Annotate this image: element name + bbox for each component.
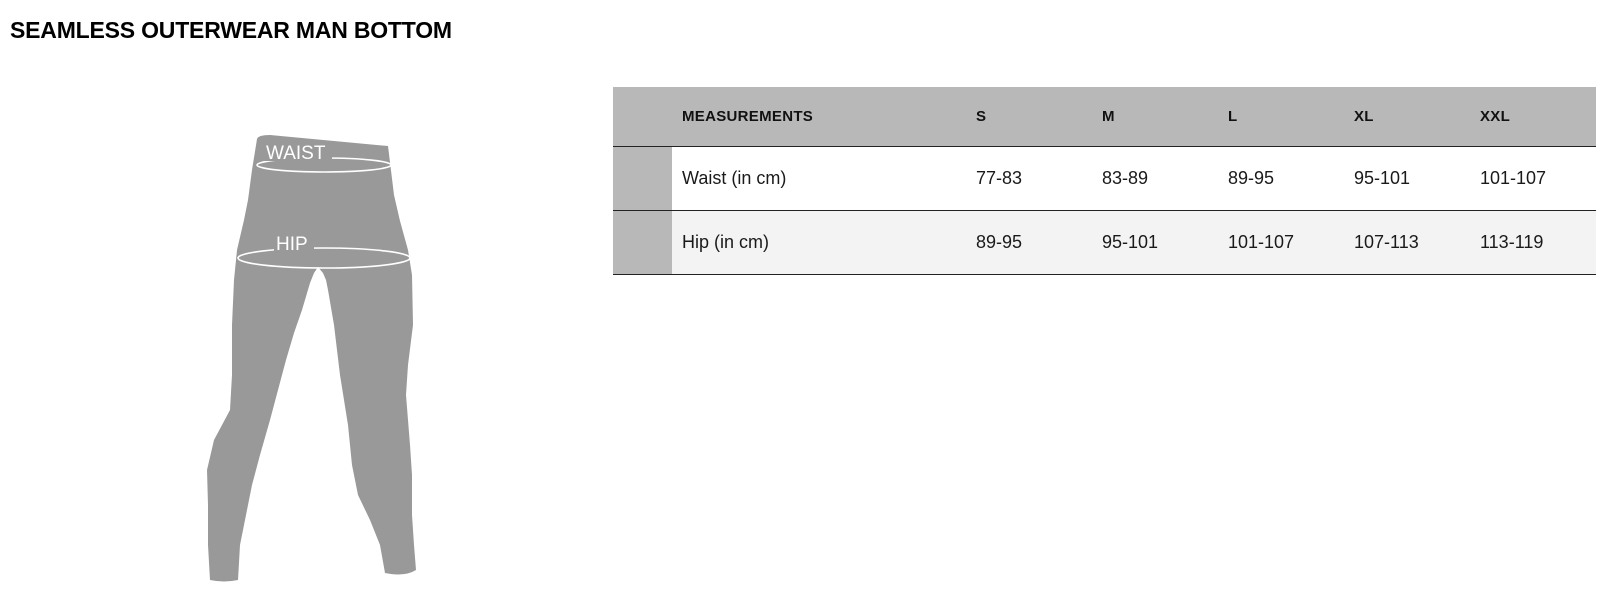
cell-value: 101-107 [1228,231,1295,252]
cell-value: 83-89 [1102,167,1149,188]
header-size-xxl: XXL [1480,107,1511,125]
cell-value: 113-119 [1480,231,1544,252]
cell-value: 95-101 [1102,231,1159,252]
header-spacer-cell [613,87,672,146]
hip-label: HIP [276,234,308,255]
table-row-waist: Waist (in cm) 77-83 83-89 89-95 95-101 1… [613,146,1596,210]
header-size-s: S [976,107,987,125]
page-title: SEAMLESS OUTERWEAR MAN BOTTOM [10,17,452,43]
row-spacer-cell [613,210,672,274]
cell-value: 89-95 [976,231,1023,252]
size-chart-table: MEASUREMENTS S M L XL XXL Waist (in cm) … [613,87,1596,275]
leggings-silhouette [207,135,416,582]
header-measurements: MEASUREMENTS [682,107,814,125]
header-size-m: M [1102,107,1115,125]
table-row-hip: Hip (in cm) 89-95 95-101 101-107 107-113… [613,210,1596,274]
row-label: Hip (in cm) [682,231,770,252]
leggings-figure: WAIST HIP [190,125,440,595]
cell-value: 107-113 [1354,231,1419,252]
table-header-row: MEASUREMENTS S M L XL XXL [613,87,1596,146]
cell-value: 77-83 [976,167,1023,188]
cell-value: 95-101 [1354,167,1411,188]
header-size-l: L [1228,107,1238,125]
row-spacer-cell [613,146,672,210]
cell-value: 101-107 [1480,167,1547,188]
cell-value: 89-95 [1228,167,1275,188]
leggings-illustration: WAIST HIP [207,135,416,582]
header-size-xl: XL [1354,107,1374,125]
row-label: Waist (in cm) [682,167,787,188]
waist-label: WAIST [266,143,326,164]
